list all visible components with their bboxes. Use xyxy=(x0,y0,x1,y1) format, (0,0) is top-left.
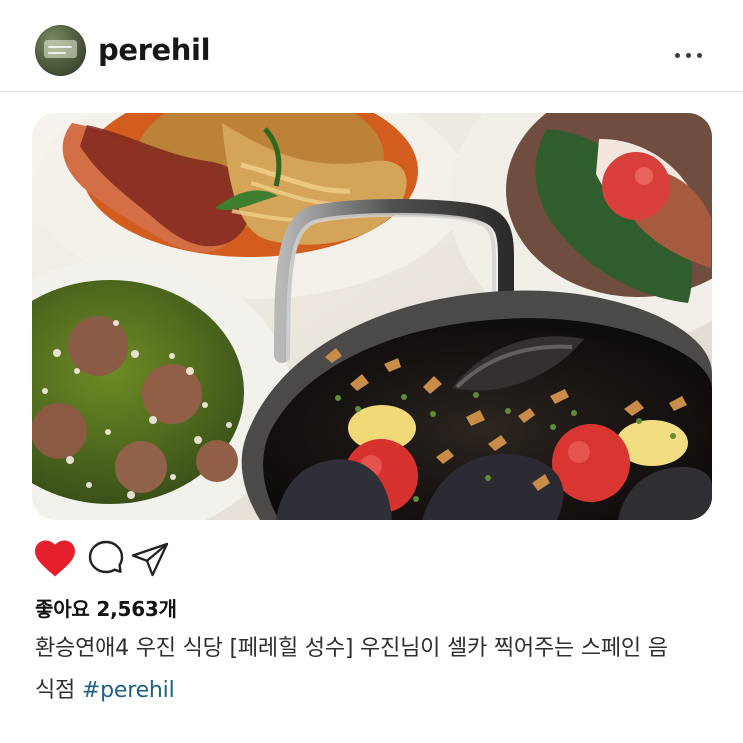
comment-bubble-icon[interactable] xyxy=(86,538,126,578)
avatar-logo-text-line xyxy=(48,52,66,54)
more-options-button[interactable] xyxy=(671,47,707,65)
username[interactable]: perehil xyxy=(98,33,211,67)
heart-filled-icon[interactable] xyxy=(33,538,77,580)
likes-count[interactable]: 좋아요 2,563개 xyxy=(35,597,177,621)
food-photo xyxy=(32,113,712,520)
hashtag-link[interactable]: #perehil xyxy=(82,678,175,703)
send-plane-icon[interactable] xyxy=(129,538,171,580)
post-actions xyxy=(0,532,743,584)
caption-text: 식점 xyxy=(35,678,76,703)
caption-line: 식점 #perehil xyxy=(35,670,715,712)
post-header: perehil xyxy=(0,0,743,92)
avatar-logo-text-line xyxy=(48,46,72,48)
avatar[interactable] xyxy=(35,25,86,76)
post-caption: 환승연애4 우진 식당 [페레힐 성수] 우진님이 셀카 찍어주는 스페인 음 … xyxy=(35,628,715,712)
more-dot xyxy=(686,53,691,58)
post-image[interactable] xyxy=(32,113,712,520)
caption-line: 환승연애4 우진 식당 [페레힐 성수] 우진님이 셀카 찍어주는 스페인 음 xyxy=(35,636,668,661)
more-dot xyxy=(697,53,702,58)
more-dot xyxy=(675,53,680,58)
avatar-logo-card xyxy=(44,40,77,58)
